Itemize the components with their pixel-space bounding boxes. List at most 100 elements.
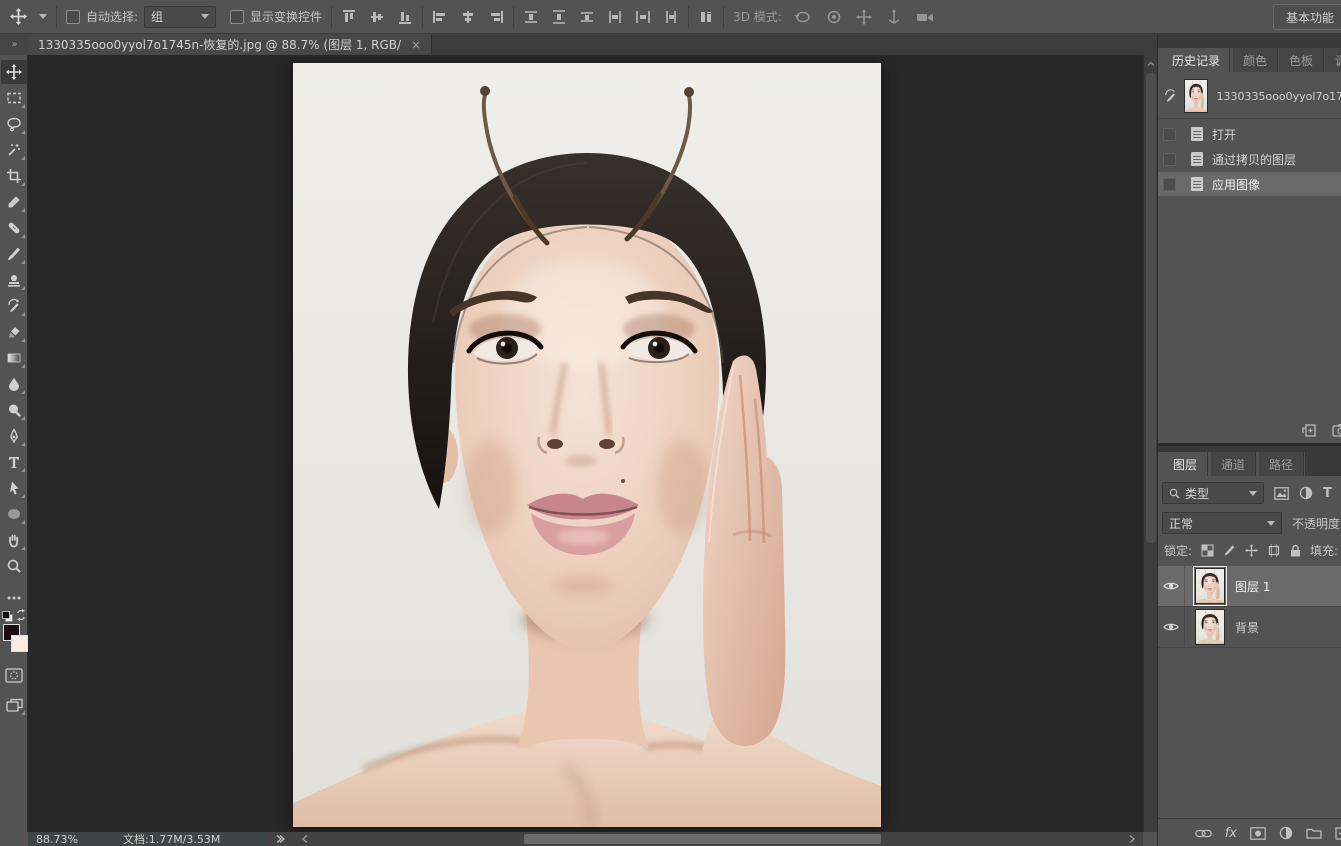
ellipse-shape-tool[interactable] <box>1 502 27 526</box>
layer-row-layer1[interactable]: 图层 1 <box>1158 566 1341 606</box>
distribute-right-icon[interactable] <box>663 9 679 25</box>
screen-mode-button[interactable] <box>1 693 27 717</box>
scroll-up-icon[interactable] <box>1147 60 1155 68</box>
eraser-tool[interactable] <box>1 320 27 344</box>
panel-drag-strip[interactable] <box>1158 34 1341 48</box>
lock-all-icon[interactable] <box>1290 544 1301 557</box>
snapshot-thumbnail[interactable] <box>1184 79 1208 113</box>
tab-close-icon[interactable]: × <box>411 39 421 51</box>
vertical-scroll-thumb[interactable] <box>1146 73 1156 543</box>
new-layer-icon[interactable] <box>1335 827 1341 840</box>
lock-position-icon[interactable] <box>1245 544 1258 557</box>
layer-thumbnail[interactable] <box>1195 568 1225 604</box>
align-right-icon[interactable] <box>488 9 504 25</box>
layer-filter-type-dropdown[interactable]: 类型 <box>1162 482 1264 504</box>
clone-stamp-tool[interactable] <box>1 268 27 292</box>
distribute-vertical-center-icon[interactable] <box>551 9 567 25</box>
add-layer-mask-icon[interactable] <box>1250 827 1266 840</box>
history-checkbox[interactable] <box>1163 153 1176 166</box>
layer-style-fx-icon[interactable]: fx <box>1225 826 1237 841</box>
new-snapshot-camera-icon[interactable] <box>1332 423 1341 437</box>
new-document-from-state-icon[interactable] <box>1302 423 1318 438</box>
distribute-horizontal-center-icon[interactable] <box>635 9 651 25</box>
hand-tool[interactable] <box>1 528 27 552</box>
tab-channels[interactable]: 通道 <box>1211 452 1256 476</box>
history-brush-source-icon[interactable] <box>1163 88 1178 104</box>
rectangular-marquee-tool[interactable] <box>1 86 27 110</box>
history-item-apply-image[interactable]: 应用图像 <box>1158 172 1341 196</box>
filter-type-layers-icon[interactable]: T <box>1323 486 1332 501</box>
visibility-eye-icon[interactable] <box>1163 581 1179 591</box>
tab-color[interactable]: 颜色 <box>1233 48 1278 72</box>
swap-colors-icon[interactable] <box>15 609 27 621</box>
tab-layers[interactable]: 图层 <box>1163 452 1208 476</box>
align-top-icon[interactable] <box>341 9 357 25</box>
document-info-field[interactable]: 文档:1.77M/3.53M <box>105 832 267 846</box>
workspace-switcher-button[interactable]: 基本功能 <box>1273 4 1341 30</box>
quick-mask-button[interactable] <box>1 663 27 687</box>
new-group-folder-icon[interactable] <box>1306 827 1322 839</box>
tool-preset[interactable] <box>10 8 47 25</box>
tab-adjustments[interactable]: 调整 <box>1325 48 1341 72</box>
layer-row-background[interactable]: 背景 <box>1158 607 1341 647</box>
move-tool[interactable] <box>1 60 27 84</box>
lock-transparent-pixels-icon[interactable] <box>1201 544 1214 557</box>
scroll-right-icon[interactable] <box>1128 834 1136 844</box>
history-brush-tool[interactable] <box>1 294 27 318</box>
show-transform-checkbox[interactable] <box>230 10 244 24</box>
3d-scale-camera-icon[interactable] <box>916 10 934 24</box>
blur-tool[interactable] <box>1 372 27 396</box>
background-color-swatch[interactable] <box>11 635 28 652</box>
document-tab[interactable]: 1330335ooo0yyol7o1745n-恢复的.jpg @ 88.7% (… <box>28 34 432 55</box>
history-item-layer-via-copy[interactable]: 通过拷贝的图层 <box>1158 147 1341 171</box>
path-selection-tool[interactable] <box>1 476 27 500</box>
distribute-left-icon[interactable] <box>607 9 623 25</box>
status-expand-icon[interactable] <box>275 834 285 844</box>
default-colors-icon[interactable] <box>2 611 13 622</box>
vertical-scrollbar[interactable] <box>1143 55 1157 832</box>
horizontal-scroll-thumb[interactable] <box>524 834 881 844</box>
align-bottom-icon[interactable] <box>397 9 413 25</box>
blend-mode-dropdown[interactable]: 正常 <box>1162 512 1282 534</box>
gradient-tool[interactable] <box>1 346 27 370</box>
eyedropper-tool[interactable] <box>1 190 27 214</box>
history-checkbox[interactable] <box>1163 178 1176 191</box>
edit-toolbar-button[interactable] <box>1 586 27 610</box>
visibility-eye-icon[interactable] <box>1163 622 1179 632</box>
auto-align-layers-icon[interactable] <box>698 9 714 25</box>
tab-swatches[interactable]: 色板 <box>1279 48 1324 72</box>
lock-artboard-icon[interactable] <box>1267 544 1281 557</box>
3d-slide-icon[interactable] <box>886 9 902 25</box>
new-adjustment-layer-icon[interactable] <box>1279 826 1293 840</box>
align-left-icon[interactable] <box>432 9 448 25</box>
document-image[interactable] <box>293 63 881 827</box>
scroll-left-icon[interactable] <box>301 834 309 844</box>
canvas-area[interactable] <box>28 55 1143 832</box>
filter-pixel-layers-icon[interactable] <box>1274 487 1289 500</box>
tab-paths[interactable]: 路径 <box>1259 452 1304 476</box>
distribute-top-icon[interactable] <box>523 9 539 25</box>
pen-tool[interactable] <box>1 424 27 448</box>
auto-select-target-dropdown[interactable]: 组 <box>144 6 216 28</box>
align-vertical-center-icon[interactable] <box>369 9 385 25</box>
tab-history[interactable]: 历史记录 <box>1163 48 1230 72</box>
zoom-tool[interactable] <box>1 554 27 578</box>
lasso-tool[interactable] <box>1 112 27 136</box>
history-snapshot-row[interactable]: 1330335ooo0yyol7o1745 <box>1158 78 1341 114</box>
lock-image-pixels-icon[interactable] <box>1223 544 1236 557</box>
filter-adjustment-layers-icon[interactable] <box>1299 486 1313 500</box>
layer-thumbnail[interactable] <box>1195 609 1225 645</box>
magic-wand-tool[interactable] <box>1 138 27 162</box>
crop-tool[interactable] <box>1 164 27 188</box>
zoom-level-field[interactable]: 88.73% <box>28 832 105 846</box>
3d-rotate-icon[interactable] <box>794 9 812 25</box>
toolbar-collapse-button[interactable]: » <box>0 34 28 55</box>
align-horizontal-center-icon[interactable] <box>460 9 476 25</box>
3d-drag-icon[interactable] <box>856 9 872 25</box>
history-checkbox[interactable] <box>1163 128 1176 141</box>
auto-select-checkbox[interactable] <box>66 10 80 24</box>
3d-roll-icon[interactable] <box>826 9 842 25</box>
brush-tool[interactable] <box>1 242 27 266</box>
type-tool[interactable] <box>1 450 27 474</box>
distribute-bottom-icon[interactable] <box>579 9 595 25</box>
